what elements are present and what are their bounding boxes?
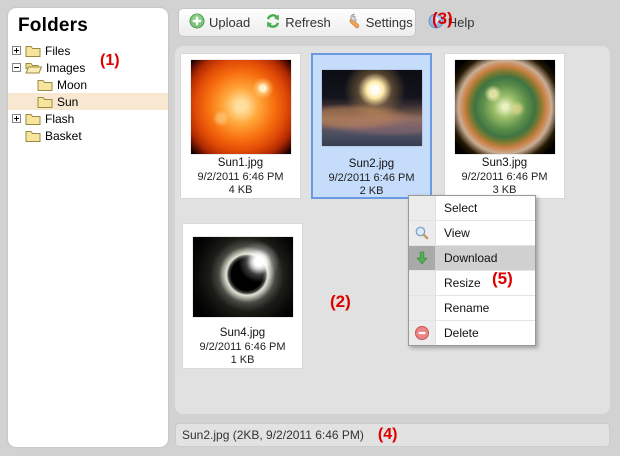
file-size: 4 KB xyxy=(181,184,300,198)
annotation-5: (5) xyxy=(492,271,513,287)
menu-item-view[interactable]: View xyxy=(409,220,535,245)
refresh-button[interactable]: Refresh xyxy=(265,13,331,32)
collapse-minus-icon[interactable] xyxy=(12,63,21,72)
folder-icon xyxy=(25,129,41,142)
open-folder-icon xyxy=(25,61,42,74)
upload-label: Upload xyxy=(209,15,250,30)
menu-item-label: Delete xyxy=(444,326,479,340)
file-name: Sun2.jpg xyxy=(313,158,430,172)
folders-sidebar: Folders Files xyxy=(8,8,168,447)
menu-item-label: Resize xyxy=(444,276,481,290)
status-bar: Sun2.jpg (2KB, 9/2/2011 6:46 PM) (4) xyxy=(175,423,610,447)
sun2-thumbnail[interactable] xyxy=(322,70,422,146)
tree-item-files[interactable]: Files xyxy=(8,42,168,59)
file-card-sun4[interactable]: Sun4.jpg 9/2/2011 6:46 PM 1 KB xyxy=(182,223,303,369)
menu-item-label: Rename xyxy=(444,301,489,315)
annotation-3: (3) xyxy=(432,11,453,27)
sun3-thumbnail[interactable] xyxy=(455,60,555,154)
file-date: 9/2/2011 6:46 PM xyxy=(313,172,430,186)
context-menu: Select View Download Resize Rename Delet… xyxy=(408,195,536,346)
file-date: 9/2/2011 6:46 PM xyxy=(181,171,300,185)
folder-icon xyxy=(37,95,53,108)
sun4-thumbnail[interactable] xyxy=(193,237,293,317)
toolbar: Upload Refresh Settings ? Help xyxy=(178,8,416,37)
download-arrow-icon xyxy=(414,250,430,266)
file-card-sun2-selected[interactable]: Sun2.jpg 9/2/2011 6:46 PM 2 KB xyxy=(311,53,432,199)
menu-item-label: Download xyxy=(444,251,497,265)
status-text: Sun2.jpg (2KB, 9/2/2011 6:46 PM) xyxy=(182,428,364,442)
file-date: 9/2/2011 6:46 PM xyxy=(445,171,564,185)
file-card-sun1[interactable]: Sun1.jpg 9/2/2011 6:46 PM 4 KB xyxy=(180,53,301,199)
settings-button[interactable]: Settings xyxy=(346,13,413,32)
tree-item-label[interactable]: Images xyxy=(46,61,85,75)
expand-plus-icon[interactable] xyxy=(12,46,21,55)
tree-item-label[interactable]: Sun xyxy=(57,95,78,109)
menu-item-resize[interactable]: Resize xyxy=(409,270,535,295)
expand-plus-icon[interactable] xyxy=(12,114,21,123)
folders-title: Folders xyxy=(8,8,168,39)
folder-icon xyxy=(25,112,41,125)
file-name: Sun3.jpg xyxy=(445,157,564,171)
delete-icon xyxy=(414,325,430,341)
annotation-1: (1) xyxy=(100,53,120,69)
upload-button[interactable]: Upload xyxy=(189,13,250,32)
file-manager-window: Folders Files xyxy=(0,0,620,456)
sun1-thumbnail[interactable] xyxy=(191,60,291,154)
tree-item-label[interactable]: Flash xyxy=(45,112,74,126)
wrench-icon xyxy=(346,13,362,32)
file-date: 9/2/2011 6:46 PM xyxy=(183,341,302,355)
tree-item-sun[interactable]: Sun xyxy=(8,93,168,110)
tree-item-moon[interactable]: Moon xyxy=(8,76,168,93)
annotation-2: (2) xyxy=(330,294,351,310)
file-name: Sun4.jpg xyxy=(183,327,302,341)
settings-label: Settings xyxy=(366,15,413,30)
magnifier-icon xyxy=(414,225,430,241)
folder-tree: Files Images Moon xyxy=(8,42,168,144)
tree-item-flash[interactable]: Flash xyxy=(8,110,168,127)
folder-icon xyxy=(37,78,53,91)
menu-item-rename[interactable]: Rename xyxy=(409,295,535,320)
file-list-panel: Sun1.jpg 9/2/2011 6:46 PM 4 KB Sun2.jpg … xyxy=(175,46,610,414)
annotation-4: (4) xyxy=(378,427,398,443)
tree-item-label[interactable]: Basket xyxy=(45,129,82,143)
file-size: 1 KB xyxy=(183,354,302,368)
menu-item-download-highlighted[interactable]: Download xyxy=(409,245,535,270)
file-card-sun3[interactable]: Sun3.jpg 9/2/2011 6:46 PM 3 KB xyxy=(444,53,565,199)
menu-item-delete[interactable]: Delete xyxy=(409,320,535,345)
tree-item-basket[interactable]: Basket xyxy=(8,127,168,144)
refresh-icon xyxy=(265,13,281,32)
menu-item-select[interactable]: Select xyxy=(409,196,535,220)
file-name: Sun1.jpg xyxy=(181,157,300,171)
menu-item-label: Select xyxy=(444,201,477,215)
folder-icon xyxy=(25,44,41,57)
tree-item-label[interactable]: Files xyxy=(45,44,70,58)
refresh-label: Refresh xyxy=(285,15,331,30)
tree-item-images[interactable]: Images xyxy=(8,59,168,76)
upload-icon xyxy=(189,13,205,32)
tree-item-label[interactable]: Moon xyxy=(57,78,87,92)
menu-item-label: View xyxy=(444,226,470,240)
